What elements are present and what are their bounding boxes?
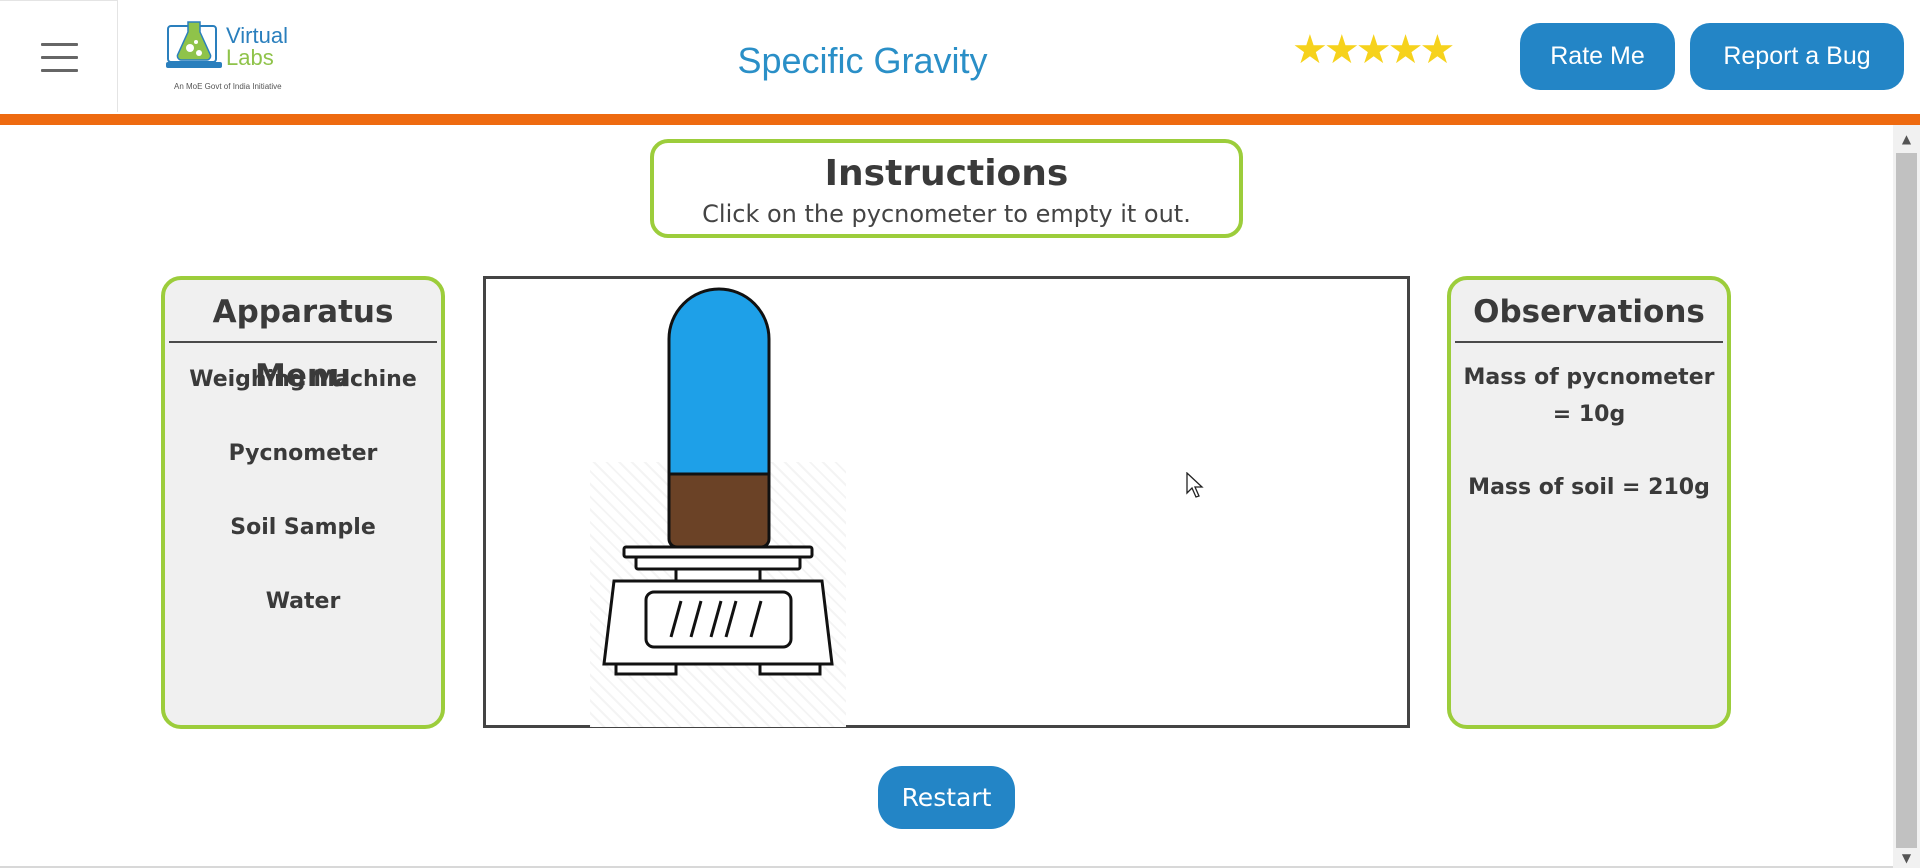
logo-word-labs: Labs — [226, 45, 274, 70]
scrollbar-thumb[interactable] — [1896, 153, 1917, 848]
weighing-machine-icon[interactable] — [602, 545, 834, 676]
menu-item-pycnometer[interactable]: Pycnometer — [165, 417, 441, 491]
observation-mass-soil: Mass of soil = 210g — [1468, 475, 1710, 500]
menu-item-weighing-machine[interactable]: Weighing Machine — [165, 343, 441, 417]
scroll-up-arrow-icon[interactable]: ▲ — [1893, 129, 1920, 149]
rating-stars-icon[interactable]: ★★★★★ — [1292, 30, 1455, 70]
menu-item-soil-sample[interactable]: Soil Sample — [165, 491, 441, 565]
apparatus-menu-panel: Apparatus Menu Weighing Machine Pycnomet… — [161, 276, 445, 729]
instructions-title: Instructions — [824, 153, 1069, 194]
instructions-text: Click on the pycnometer to empty it out. — [702, 200, 1191, 228]
experiment-workspace — [483, 276, 1410, 728]
hamburger-menu-icon[interactable] — [0, 0, 118, 112]
instructions-box: Instructions Click on the pycnometer to … — [650, 139, 1243, 238]
page-title: Specific Gravity — [737, 40, 988, 81]
apparatus-drawing — [602, 287, 834, 676]
mouse-pointer-icon — [1186, 472, 1204, 498]
logo-tagline: An MoE Govt of India Initiative — [174, 82, 282, 91]
restart-button[interactable]: Restart — [878, 766, 1015, 829]
scroll-down-arrow-icon[interactable]: ▼ — [1893, 848, 1920, 868]
menu-item-water[interactable]: Water — [165, 565, 441, 639]
pycnometer-icon[interactable] — [667, 287, 771, 549]
rate-me-button[interactable]: Rate Me — [1520, 23, 1675, 90]
flask-logo-icon — [166, 21, 222, 68]
report-bug-button[interactable]: Report a Bug — [1690, 23, 1904, 90]
observations-title: Observations — [1455, 280, 1723, 343]
observation-mass-pycnometer: Mass of pycnometer = 10g — [1463, 365, 1715, 427]
top-header: Virtual Labs An MoE Govt of India Initia… — [0, 0, 1920, 115]
apparatus-menu-title: Apparatus Menu — [169, 280, 437, 394]
virtual-labs-logo[interactable]: Virtual Labs An MoE Govt of India Initia… — [166, 20, 298, 92]
header-divider — [0, 114, 1920, 125]
observations-panel: Observations Mass of pycnometer = 10g Ma… — [1447, 276, 1731, 729]
vertical-scrollbar[interactable]: ▲ ▼ — [1893, 125, 1920, 868]
